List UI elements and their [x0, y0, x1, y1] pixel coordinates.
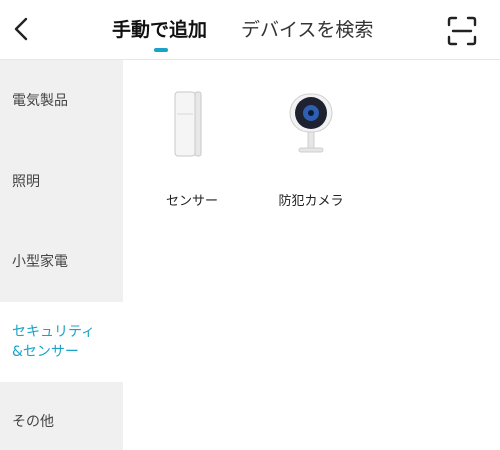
- sidebar-item-other[interactable]: その他: [0, 412, 123, 432]
- sidebar-item-label-line2: &センサー: [12, 344, 79, 360]
- tab-manual-add[interactable]: 手動で追加: [112, 17, 207, 43]
- scan-qr-icon[interactable]: [445, 14, 479, 48]
- sidebar-item-appliances[interactable]: 電気製品: [0, 91, 123, 111]
- security-camera-icon: [289, 93, 333, 153]
- sidebar-item-small-appliances[interactable]: 小型家電: [0, 252, 123, 272]
- sidebar-item-lighting[interactable]: 照明: [0, 172, 123, 192]
- sidebar-item-label: 小型家電: [12, 254, 68, 270]
- category-sidebar: 電気製品 照明 小型家電 セキュリティ &センサー その他: [0, 60, 123, 450]
- add-mode-tabs: 手動で追加 デバイスを検索: [100, 0, 400, 59]
- sidebar-item-label: 照明: [12, 174, 40, 190]
- back-arrow-icon[interactable]: [6, 13, 38, 45]
- sidebar-item-label: 電気製品: [12, 93, 68, 109]
- sidebar-item-label-line1: セキュリティ: [12, 324, 96, 340]
- device-label: センサー: [165, 194, 218, 209]
- device-label: 防犯カメラ: [278, 194, 344, 209]
- app-header: 手動で追加 デバイスを検索: [0, 0, 500, 60]
- sidebar-item-security-sensors[interactable]: セキュリティ &センサー: [0, 302, 123, 382]
- device-grid: センサー 防犯カメラ: [123, 60, 500, 450]
- sidebar-item-label: その他: [12, 414, 54, 430]
- door-sensor-icon: [174, 91, 202, 157]
- active-tab-indicator: [154, 48, 168, 52]
- tab-device-search[interactable]: デバイスを検索: [241, 17, 373, 43]
